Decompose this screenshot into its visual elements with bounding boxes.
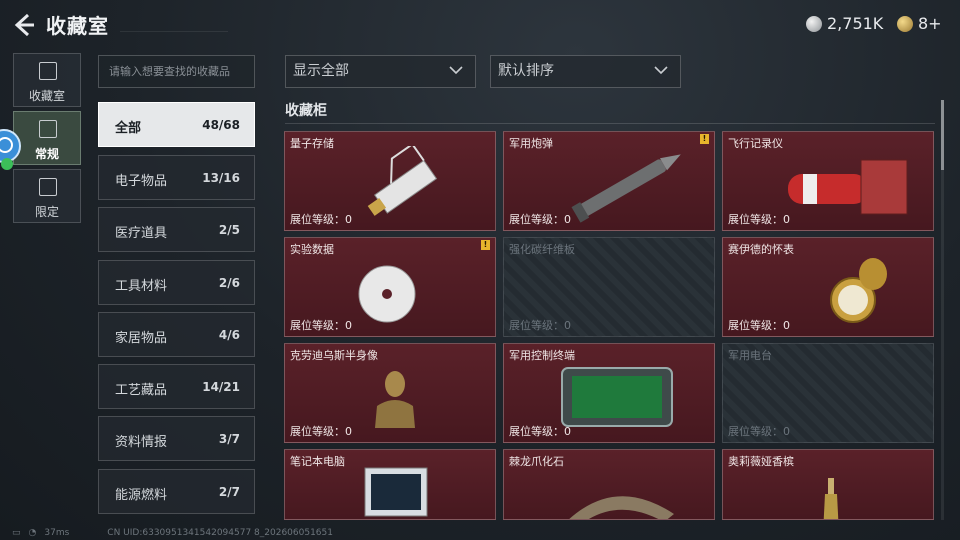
data-disc-icon: [358, 265, 416, 323]
scrollbar-thumb[interactable]: [941, 100, 944, 170]
item-card-military-terminal[interactable]: 军用控制终端 展位等级：0: [503, 343, 715, 443]
battery-icon: ▭: [12, 528, 21, 538]
display-filter-dropdown[interactable]: 显示全部: [285, 55, 476, 88]
category-crafts[interactable]: 工艺藏品 14/21: [98, 364, 255, 409]
item-level: 展位等级：0: [290, 319, 352, 332]
category-name: 工艺藏品: [115, 383, 168, 398]
chevron-down-icon: [654, 66, 668, 75]
item-level: 展位等级：0: [728, 425, 790, 438]
category-energy[interactable]: 能源燃料 2/7: [98, 469, 255, 514]
item-card-quantum-storage[interactable]: 量子存储 展位等级：0: [284, 131, 496, 231]
pocket-watch-icon: [830, 258, 887, 323]
item-name: 军用炮弹: [509, 137, 553, 150]
silver-coin-icon: [806, 15, 822, 32]
category-all[interactable]: 全部 48/68: [98, 102, 255, 147]
title-divider: [120, 18, 228, 32]
category-count: 3/7: [218, 432, 240, 446]
item-level: 展位等级：0: [509, 213, 571, 226]
gold-currency: 8+: [897, 14, 942, 33]
category-count: 13/16: [202, 171, 240, 185]
category-name: 全部: [115, 121, 142, 136]
category-name: 家居物品: [115, 331, 168, 346]
item-name: 军用电台: [728, 349, 772, 362]
flight-recorder-icon: [788, 159, 908, 215]
category-count: 4/6: [218, 328, 240, 342]
category-count: 2/6: [218, 276, 240, 290]
category-electronics[interactable]: 电子物品 13/16: [98, 155, 255, 200]
gold-coin-icon: [897, 15, 913, 32]
chevron-down-icon: [449, 66, 463, 75]
regular-icon: [39, 120, 57, 138]
item-card-carbon-fiber-plate[interactable]: 强化碳纤维板 展位等级：0: [503, 237, 715, 337]
tab-label: 收藏室: [28, 89, 65, 103]
item-card-flight-recorder[interactable]: 飞行记录仪 展位等级：0: [722, 131, 934, 231]
item-card-military-shell[interactable]: 军用炮弹 ! 展位等级：0: [503, 131, 715, 231]
category-count: 2/5: [218, 223, 240, 237]
ping-value: 37ms: [44, 528, 70, 538]
tab-label: 限定: [34, 205, 59, 219]
section-divider: [285, 123, 935, 124]
limited-icon: [39, 178, 57, 196]
item-name: 量子存储: [290, 137, 334, 150]
item-card-spinosaurus-claw[interactable]: 棘龙爪化石: [503, 449, 715, 520]
sort-value: 默认排序: [498, 63, 554, 79]
tab-collection-room[interactable]: 收藏室: [13, 53, 81, 107]
category-count: 2/7: [218, 485, 240, 499]
category-name: 医疗道具: [115, 226, 168, 241]
sort-dropdown[interactable]: 默认排序: [490, 55, 681, 88]
item-card-pocket-watch[interactable]: 赛伊德的怀表 展位等级：0: [722, 237, 934, 337]
back-arrow-icon[interactable]: [12, 12, 36, 38]
category-name: 能源燃料: [115, 488, 168, 503]
item-card-experiment-data[interactable]: 实验数据 ! 展位等级：0: [284, 237, 496, 337]
new-badge-icon: !: [481, 240, 490, 250]
fossil-claw-icon: [569, 496, 674, 519]
category-count: 48/68: [202, 118, 240, 132]
item-level: 展位等级：0: [728, 213, 790, 226]
page-title: 收藏室: [46, 14, 109, 38]
item-name: 强化碳纤维板: [509, 243, 575, 256]
champagne-bottle-icon: [823, 478, 839, 519]
laptop-icon: [364, 467, 428, 517]
new-badge-icon: !: [700, 134, 709, 144]
search-input[interactable]: 请输入想要查找的收藏品: [98, 55, 255, 88]
header-bar: 收藏室 2,751K 8+: [0, 0, 960, 50]
artillery-shell-icon: [571, 154, 681, 223]
collection-room-icon: [39, 62, 57, 80]
category-household[interactable]: 家居物品 4/6: [98, 312, 255, 357]
item-card-olivia-champagne[interactable]: 奥莉薇娅香槟: [722, 449, 934, 520]
item-card-military-radio[interactable]: 军用电台 展位等级：0: [722, 343, 934, 443]
uid-text: CN UID:6330951341542094577 8_20260605165…: [107, 528, 333, 538]
item-level: 展位等级：0: [290, 213, 352, 226]
category-name: 资料情报: [115, 435, 168, 450]
gold-currency-value: 8+: [918, 14, 942, 33]
silver-currency-value: 2,751K: [827, 14, 884, 33]
tab-limited[interactable]: 限定: [13, 169, 81, 223]
item-name: 实验数据: [290, 243, 334, 256]
wifi-icon: ◔: [28, 528, 37, 538]
silver-currency: 2,751K: [806, 14, 883, 33]
category-medical[interactable]: 医疗道具 2/5: [98, 207, 255, 252]
category-tools[interactable]: 工具材料 2/6: [98, 260, 255, 305]
item-level: 展位等级：0: [509, 425, 571, 438]
category-name: 电子物品: [115, 174, 168, 189]
status-footer: ▭ ◔ 37ms CN UID:6330951341542094577 8_20…: [12, 528, 333, 538]
usb-drive-icon: [367, 146, 438, 216]
item-level: 展位等级：0: [728, 319, 790, 332]
category-intel[interactable]: 资料情报 3/7: [98, 416, 255, 461]
category-name: 工具材料: [115, 279, 168, 294]
item-level: 展位等级：0: [290, 425, 352, 438]
bust-statue-icon: [375, 371, 415, 428]
item-card-claudius-bust[interactable]: 克劳迪乌斯半身像 展位等级：0: [284, 343, 496, 443]
floating-assistant-icon[interactable]: [0, 124, 28, 172]
category-count: 14/21: [202, 380, 240, 394]
item-card-laptop[interactable]: 笔记本电脑: [284, 449, 496, 520]
display-filter-value: 显示全部: [293, 63, 349, 79]
section-title: 收藏柜: [285, 103, 327, 119]
control-terminal-icon: [561, 367, 673, 427]
item-level: 展位等级：0: [509, 319, 571, 332]
